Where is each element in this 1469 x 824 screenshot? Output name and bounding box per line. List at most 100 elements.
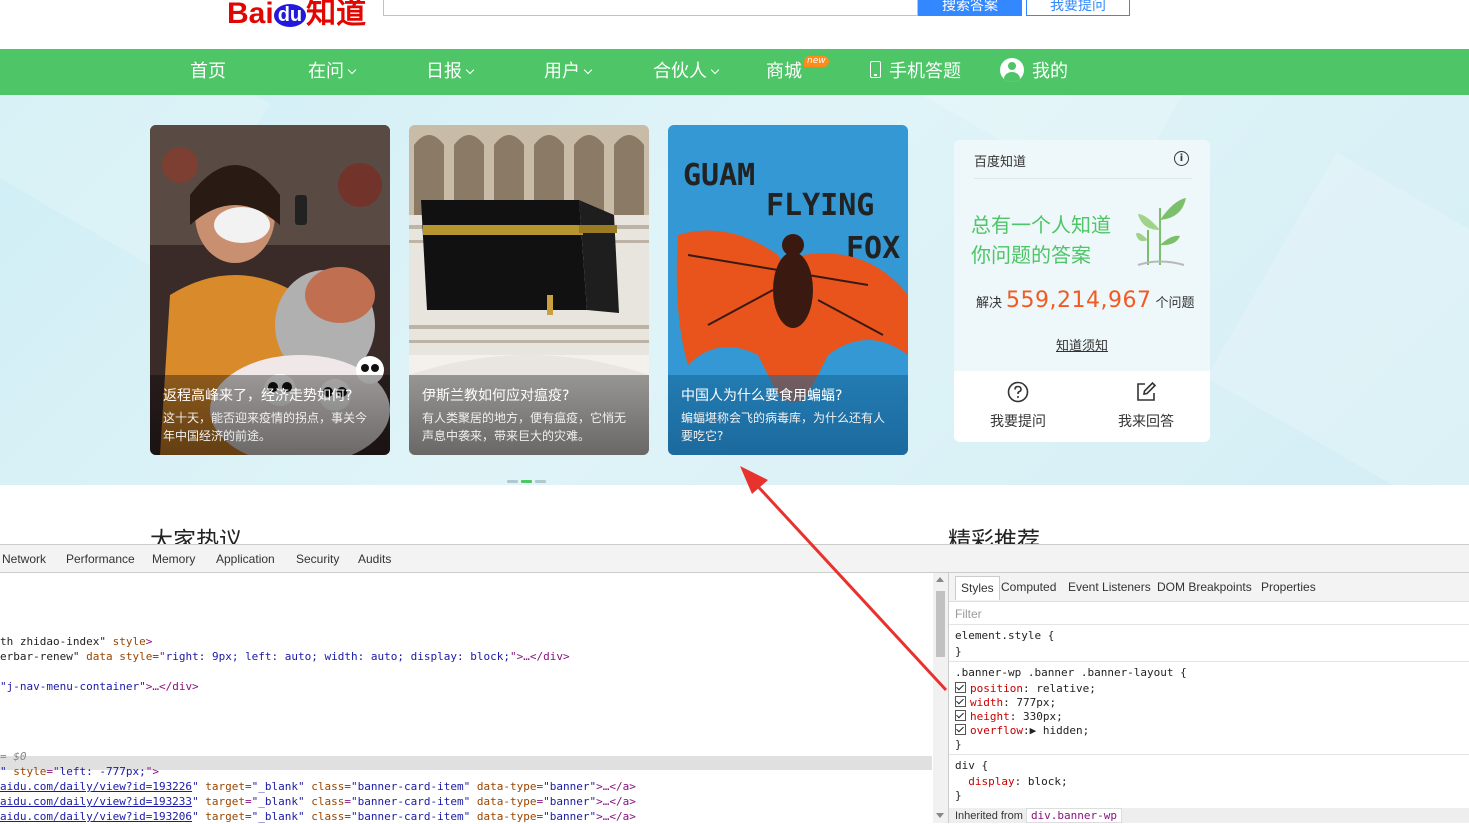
devtools-tab-memory[interactable]: Memory xyxy=(152,552,195,566)
expand-triangle-icon[interactable]: ▶ xyxy=(1030,724,1037,737)
close-brace: } xyxy=(955,789,962,802)
devtools-tab-application[interactable]: Application xyxy=(216,552,275,566)
div-selector[interactable]: div { xyxy=(955,759,988,772)
code-line[interactable]: = $0 xyxy=(0,750,27,763)
ask-question-button[interactable]: 我要提问 xyxy=(1026,0,1130,16)
devtools-tab-network[interactable]: Network xyxy=(2,552,46,566)
inherited-label: Inherited from xyxy=(955,810,1023,822)
code-line[interactable]: aidu.com/daily/view?id=193206" target="_… xyxy=(0,810,636,823)
css-value: hidden; xyxy=(1042,724,1090,737)
css-declaration[interactable]: position: relative; xyxy=(955,682,1096,695)
code-token: " xyxy=(192,810,199,823)
zhidao-rules-link[interactable]: 知道须知 xyxy=(954,335,1210,354)
tab-computed[interactable]: Computed xyxy=(1001,580,1056,594)
devtools-tab-security[interactable]: Security xyxy=(296,552,339,566)
css-value: 330px; xyxy=(1023,710,1063,723)
code-token: target xyxy=(198,780,246,793)
banner-area: 返程高峰来了，经济走势如何? 这十天，能否迎来疫情的拐点，事关今年中国经济的前途… xyxy=(0,95,1469,485)
action-label: 我要提问 xyxy=(990,414,1046,430)
code-token: "banner-card-item" xyxy=(351,795,471,808)
declaration-checkbox[interactable] xyxy=(955,682,966,693)
rule-selector[interactable]: .banner-wp .banner .banner-layout { xyxy=(955,666,1187,679)
css-declaration[interactable]: width: 777px; xyxy=(955,696,1056,709)
nav-label: 手机答题 xyxy=(889,61,961,82)
declaration-checkbox[interactable] xyxy=(955,724,966,735)
code-token: style xyxy=(6,765,47,778)
logo-bai: Bai xyxy=(227,0,274,30)
elements-tree[interactable]: th zhidao-index" style> erbar-renew" data… xyxy=(0,573,932,823)
css-declaration[interactable]: overflow:▶ hidden; xyxy=(955,724,1089,737)
code-link[interactable]: aidu.com/daily/view?id=193233 xyxy=(0,795,192,808)
code-token: class xyxy=(304,810,345,823)
nav-item-mine[interactable]: 我的 xyxy=(1000,49,1068,95)
code-line[interactable]: "j-nav-menu-container">…</div> xyxy=(0,680,199,693)
divider xyxy=(974,178,1192,179)
search-input[interactable] xyxy=(383,0,918,16)
code-line[interactable]: aidu.com/daily/view?id=193226" target="_… xyxy=(0,780,636,793)
nav-label: 首页 xyxy=(190,61,226,82)
code-line[interactable]: erbar-renew" data style="right: 9px; lef… xyxy=(0,650,570,663)
code-token: erbar-renew" xyxy=(0,650,80,663)
declaration-checkbox[interactable] xyxy=(955,696,966,707)
ask-question-action[interactable]: 我要提问 xyxy=(954,381,1082,431)
tab-styles[interactable]: Styles xyxy=(955,576,1000,600)
code-token: target xyxy=(198,795,246,808)
baidu-zhidao-logo[interactable]: Bai du 知道 xyxy=(227,0,366,32)
tab-properties[interactable]: Properties xyxy=(1261,580,1316,594)
code-link[interactable]: aidu.com/daily/view?id=193206 xyxy=(0,810,192,823)
code-line[interactable]: " style="left: -777px;"> xyxy=(0,765,159,778)
code-link[interactable]: aidu.com/daily/view?id=193226 xyxy=(0,780,192,793)
code-line[interactable]: th zhidao-index" style> xyxy=(0,635,152,648)
inherited-node-link[interactable]: div.banner-wp xyxy=(1025,808,1123,823)
banner-card[interactable]: 返程高峰来了，经济走势如何? 这十天，能否迎来疫情的拐点，事关今年中国经济的前途… xyxy=(150,125,390,455)
declaration-checkbox[interactable] xyxy=(955,710,966,721)
nav-label: 我的 xyxy=(1032,61,1068,82)
tab-event-listeners[interactable]: Event Listeners xyxy=(1068,580,1151,594)
nav-item-home[interactable]: 首页 xyxy=(190,49,226,95)
code-token: th zhidao-index" xyxy=(0,635,106,648)
devtools-tab-audits[interactable]: Audits xyxy=(358,552,391,566)
slogan-line: 总有一个人知道 xyxy=(971,213,1111,237)
css-declaration[interactable]: height: 330px; xyxy=(955,710,1063,723)
nav-item-partner[interactable]: 合伙人 xyxy=(653,49,720,95)
nav-item-mall[interactable]: 商城 new xyxy=(766,49,829,95)
card-title: 中国人为什么要食用蝙蝠? xyxy=(681,388,843,404)
code-token: "banner-card-item" xyxy=(351,810,471,823)
css-declaration: display: block; xyxy=(968,775,1068,788)
elements-scrollbar[interactable] xyxy=(933,573,948,823)
nav-item-users[interactable]: 用户 xyxy=(544,49,593,95)
nav-item-daily[interactable]: 日报 xyxy=(426,49,475,95)
code-token: class xyxy=(304,795,345,808)
carousel-dot-active[interactable] xyxy=(521,480,532,483)
scroll-thumb[interactable] xyxy=(936,591,945,657)
tab-dom-breakpoints[interactable]: DOM Breakpoints xyxy=(1157,580,1252,594)
nav-label: 合伙人 xyxy=(653,61,707,82)
card-description: 蝙蝠堪称会飞的病毒库，为什么还有人要吃它? xyxy=(681,411,886,443)
element-style-selector[interactable]: element.style { xyxy=(955,629,1054,642)
carousel-dot[interactable] xyxy=(507,480,518,483)
css-property: width xyxy=(970,696,1004,709)
answer-action[interactable]: 我来回答 xyxy=(1082,381,1210,431)
solved-stats: 解决 559,214,967 个问题 xyxy=(976,288,1195,313)
styles-filter-input[interactable]: Filter xyxy=(955,607,982,621)
card-description: 这十天，能否迎来疫情的拐点，事关今年中国经济的前途。 xyxy=(163,411,368,443)
nav-item-mobile-answer[interactable]: 手机答题 xyxy=(870,49,961,95)
search-button[interactable]: 搜索答案 xyxy=(918,0,1022,16)
devtools-tab-performance[interactable]: Performance xyxy=(66,552,135,566)
action-label: 我来回答 xyxy=(1118,414,1174,430)
code-line[interactable]: aidu.com/daily/view?id=193233" target="_… xyxy=(0,795,636,808)
banner-card[interactable]: 伊斯兰教如何应对瘟疫? 有人类聚居的地方，便有瘟疫，它悄无声息中袭来，带来巨大的… xyxy=(409,125,649,455)
banner-card[interactable]: GUAM FLYING FOX 中国人为什么要食用蝙蝠? 蝙蝠堪称会飞的病毒库，… xyxy=(668,125,908,455)
main-nav: 首页 在问 日报 用户 合伙人 商城 new 手机答题 我的 xyxy=(0,49,1469,95)
code-token: = $0 xyxy=(0,750,27,763)
info-icon[interactable]: i xyxy=(1174,151,1189,166)
carousel-dot[interactable] xyxy=(535,480,546,483)
scroll-down-arrow-icon[interactable] xyxy=(936,813,944,818)
chevron-down-icon xyxy=(583,65,593,75)
image-text-guam: GUAM xyxy=(683,158,755,193)
nav-item-asking[interactable]: 在问 xyxy=(308,49,357,95)
scroll-up-arrow-icon[interactable] xyxy=(936,577,944,582)
nav-label: 商城 xyxy=(766,61,802,82)
code-token: "banner" xyxy=(543,780,597,793)
css-value: block; xyxy=(1027,775,1068,788)
